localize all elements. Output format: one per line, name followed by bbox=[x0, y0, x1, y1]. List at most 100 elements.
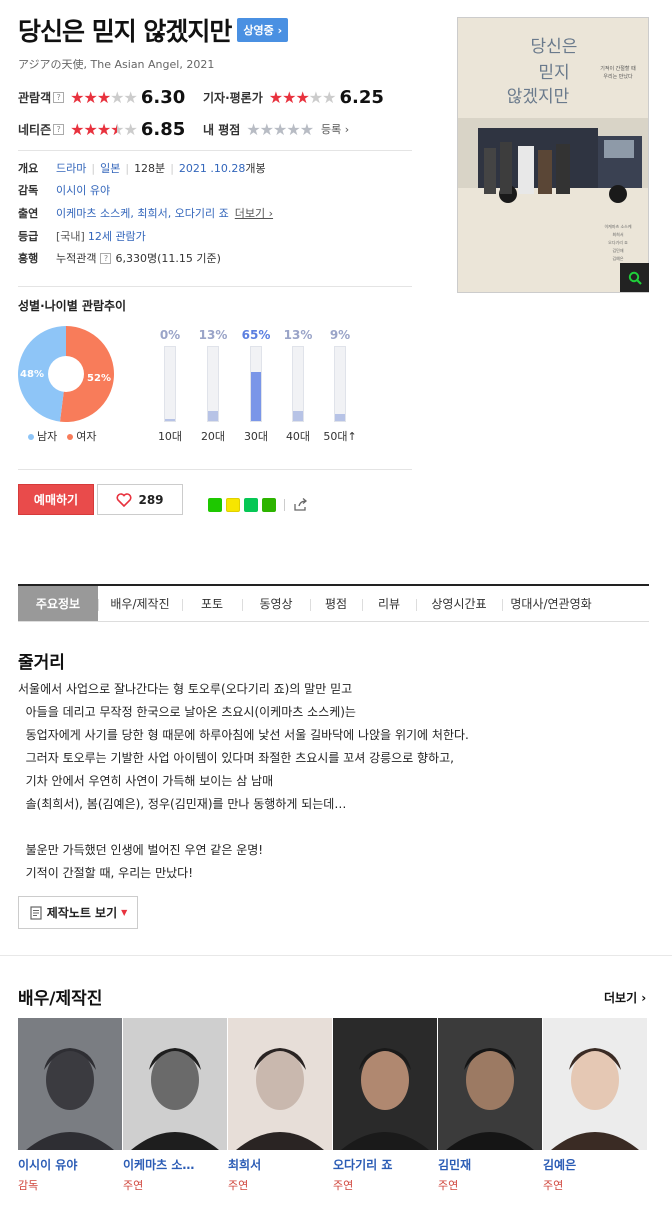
tab-item[interactable]: 명대사/연관영화 bbox=[502, 586, 600, 621]
age-bar-track bbox=[292, 346, 304, 422]
netizen-rating: 네티즌 ? ★★★★★ 6.85 bbox=[18, 118, 185, 140]
cast-photo[interactable] bbox=[228, 1018, 332, 1150]
tab-item[interactable]: 포토 bbox=[182, 586, 242, 621]
cast-card[interactable]: 김민재 주연 bbox=[438, 1018, 543, 1193]
cast-photo[interactable] bbox=[123, 1018, 227, 1150]
movie-poster[interactable]: 당신은 믿지 않겠지만 기적이 간절할 때 우리는 만났다 이케마츠 소스케 최… bbox=[457, 17, 649, 293]
age-bar-track bbox=[334, 346, 346, 422]
cast-name[interactable]: 이시이 유야 bbox=[18, 1156, 118, 1173]
release-suffix: 개봉 bbox=[245, 162, 266, 175]
cast-links[interactable]: 이케마츠 소스케, 최희서, 오다기리 죠 bbox=[56, 205, 229, 221]
svg-text:믿지: 믿지 bbox=[538, 63, 569, 83]
info-label: 흥행 bbox=[18, 252, 39, 265]
cast-more-link[interactable]: 더보기 › bbox=[235, 205, 273, 221]
runtime: 128분 bbox=[134, 162, 166, 175]
boxoffice-key: 누적관객 bbox=[56, 252, 97, 265]
audience-rating-label: 관람객 bbox=[18, 90, 52, 105]
buy-ticket-button[interactable]: 예매하기 bbox=[18, 484, 94, 515]
like-button[interactable]: 289 bbox=[97, 484, 183, 515]
netizen-stars: ★★★★★ bbox=[70, 119, 138, 139]
tab-item[interactable]: 주요정보 bbox=[18, 586, 98, 621]
netizen-score: 6.85 bbox=[140, 118, 186, 140]
cast-card[interactable]: 김예은주연 bbox=[543, 1018, 648, 1193]
cast-name[interactable]: 김민재 bbox=[438, 1156, 538, 1173]
cast-photo[interactable] bbox=[18, 1018, 122, 1150]
kakao-share-icon[interactable] bbox=[226, 498, 240, 512]
age-bar-fill bbox=[335, 414, 345, 421]
cast-role: 주연 bbox=[228, 1179, 249, 1192]
blog-share-icon[interactable] bbox=[208, 498, 222, 512]
status-badge[interactable]: 상영중 › bbox=[237, 18, 289, 42]
tab-item[interactable]: 상영시간표 bbox=[416, 586, 502, 621]
age-label: 30대 bbox=[243, 430, 269, 443]
tab-item[interactable]: 리뷰 bbox=[362, 586, 416, 621]
divider bbox=[18, 469, 412, 470]
tab-item[interactable]: 배우/제작진 bbox=[98, 586, 182, 621]
cast-photo[interactable] bbox=[543, 1018, 647, 1150]
like-count: 289 bbox=[138, 492, 164, 507]
synopsis-heading: 줄거리 bbox=[18, 653, 65, 673]
stats-title: 성별·나이별 관람추이 bbox=[18, 299, 127, 313]
cast-role: 주연 bbox=[543, 1179, 564, 1192]
cast-name[interactable]: 이케마츠 소… bbox=[123, 1156, 223, 1173]
age-bar-fill bbox=[165, 419, 175, 421]
svg-text:김예은: 김예은 bbox=[612, 255, 623, 261]
grade-link[interactable]: 12세 관람가 bbox=[88, 228, 146, 244]
age-bar-track bbox=[164, 346, 176, 422]
cast-card[interactable]: 오다기리 죠 주연 bbox=[333, 1018, 438, 1193]
boxoffice-value: 6,330명(11.15 기준) bbox=[115, 252, 221, 265]
cast-card[interactable]: 이케마츠 소… 주연 bbox=[123, 1018, 228, 1193]
critic-stars: ★★★★★ bbox=[268, 87, 337, 107]
share-icon[interactable] bbox=[293, 498, 309, 512]
info-director: 감독 이시이 유야 bbox=[18, 181, 110, 199]
info-cast: 출연 이케마츠 소스케, 최희서, 오다기리 죠 더보기 › bbox=[18, 204, 273, 222]
age-percent: 13% bbox=[283, 328, 313, 342]
age-column: 13% 20대 bbox=[193, 328, 233, 444]
cast-more-link[interactable]: 더보기 › bbox=[604, 989, 646, 1006]
poster-zoom-button[interactable] bbox=[620, 263, 649, 292]
help-icon[interactable]: ? bbox=[100, 252, 112, 264]
age-bar-fill bbox=[251, 371, 261, 421]
help-icon[interactable]: ? bbox=[53, 123, 65, 135]
audience-score: 6.30 bbox=[140, 86, 186, 108]
legend-male: 남자 bbox=[28, 428, 57, 444]
cast-name[interactable]: 김예은 bbox=[543, 1156, 643, 1173]
release-date-link[interactable]: 2021 .10.28 bbox=[179, 162, 245, 175]
cast-name[interactable]: 최희서 bbox=[228, 1156, 328, 1173]
country-link[interactable]: 일본 bbox=[100, 160, 120, 176]
cast-name[interactable]: 오다기리 죠 bbox=[333, 1156, 433, 1173]
netizen-rating-label: 네티즌 bbox=[18, 122, 52, 137]
svg-text:않겠지만: 않겠지만 bbox=[507, 87, 570, 107]
my-rating-register-link[interactable]: 등록 › bbox=[321, 121, 349, 137]
cast-photo[interactable] bbox=[333, 1018, 437, 1150]
director-link[interactable]: 이시이 유야 bbox=[56, 182, 110, 198]
production-note-button[interactable]: 제작노트 보기 ▼ bbox=[18, 896, 138, 929]
age-column: 9% 50대↑ bbox=[320, 328, 360, 444]
cast-card[interactable]: 최희서주연 bbox=[228, 1018, 333, 1193]
caret-down-icon: ▼ bbox=[121, 908, 128, 917]
cast-card[interactable]: 이시이 유야 감독 bbox=[18, 1018, 123, 1193]
critic-rating: 기자·평론가 ★★★★★ 6.25 bbox=[203, 86, 384, 108]
cast-photo[interactable] bbox=[438, 1018, 542, 1150]
svg-text:우리는 만났다: 우리는 만났다 bbox=[603, 73, 633, 80]
tab-item[interactable]: 동영상 bbox=[242, 586, 310, 621]
genre-link[interactable]: 드라마 bbox=[56, 160, 86, 176]
age-percent: 9% bbox=[329, 328, 351, 342]
gender-pie-chart: 48% 52% bbox=[17, 326, 114, 422]
document-icon bbox=[30, 905, 42, 920]
gender-pie-svg: 48% 52% bbox=[17, 326, 114, 422]
tab-item[interactable]: 평점 bbox=[310, 586, 362, 621]
age-bar-track bbox=[207, 346, 219, 422]
line-share-icon[interactable] bbox=[262, 498, 276, 512]
band-share-icon[interactable] bbox=[244, 498, 258, 512]
my-rating-stars[interactable]: ★★★★★ bbox=[246, 120, 314, 139]
movie-subtitle: アジアの天使, The Asian Angel, 2021 bbox=[18, 58, 215, 71]
info-label: 개요 bbox=[18, 162, 39, 175]
search-icon bbox=[628, 271, 642, 285]
legend-female: 여자 bbox=[67, 428, 97, 444]
info-label: 감독 bbox=[18, 184, 39, 197]
heart-icon bbox=[116, 492, 132, 507]
age-bar-fill bbox=[293, 411, 303, 421]
cast-role: 주연 bbox=[123, 1179, 144, 1192]
help-icon[interactable]: ? bbox=[53, 91, 65, 103]
